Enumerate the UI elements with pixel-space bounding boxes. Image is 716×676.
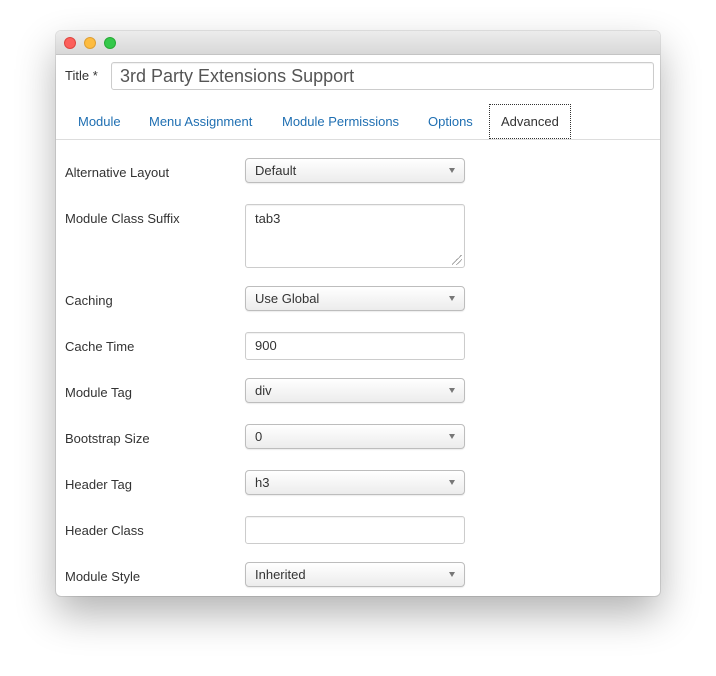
- alternative-layout-value: Default: [255, 163, 297, 178]
- module-style-label: Module Style: [65, 569, 141, 584]
- header-tag-label: Header Tag: [65, 477, 132, 492]
- tab-options[interactable]: Options: [428, 104, 473, 139]
- bootstrap-size-value: 0: [255, 429, 263, 444]
- minimize-window-icon[interactable]: [84, 37, 96, 49]
- header-tag-select[interactable]: h3: [245, 470, 465, 495]
- window-titlebar[interactable]: [56, 31, 660, 55]
- tab-module-permissions[interactable]: Module Permissions: [282, 104, 399, 139]
- module-tag-label: Module Tag: [65, 385, 132, 400]
- resize-grip-icon[interactable]: [452, 255, 462, 265]
- chevron-down-icon: [449, 480, 455, 485]
- bootstrap-size-label: Bootstrap Size: [65, 431, 150, 446]
- header-class-label: Header Class: [65, 523, 144, 538]
- chevron-down-icon: [449, 168, 455, 173]
- module-class-suffix-label: Module Class Suffix: [65, 211, 180, 226]
- zoom-window-icon[interactable]: [104, 37, 116, 49]
- alternative-layout-select[interactable]: Default: [245, 158, 465, 183]
- caching-value: Use Global: [255, 291, 320, 306]
- module-class-suffix-textarea[interactable]: tab3: [245, 204, 465, 268]
- module-style-value: Inherited: [255, 567, 306, 582]
- module-tag-select[interactable]: div: [245, 378, 465, 403]
- cache-time-label: Cache Time: [65, 339, 135, 354]
- chevron-down-icon: [449, 434, 455, 439]
- tab-advanced[interactable]: Advanced: [489, 104, 571, 139]
- bootstrap-size-select[interactable]: 0: [245, 424, 465, 449]
- chevron-down-icon: [449, 388, 455, 393]
- chevron-down-icon: [449, 296, 455, 301]
- title-input[interactable]: 3rd Party Extensions Support: [111, 62, 654, 90]
- module-class-suffix-value: tab3: [255, 211, 281, 226]
- caching-label: Caching: [65, 293, 113, 308]
- header-tag-value: h3: [255, 475, 270, 490]
- alternative-layout-label: Alternative Layout: [65, 165, 170, 180]
- tab-module[interactable]: Module: [78, 104, 121, 139]
- title-label: Title *: [65, 68, 98, 83]
- module-tabs: Module Menu Assignment Module Permission…: [56, 104, 660, 140]
- module-tag-value: div: [255, 383, 272, 398]
- cache-time-input[interactable]: 900: [245, 332, 465, 360]
- chevron-down-icon: [449, 572, 455, 577]
- module-edit-window: Title * 3rd Party Extensions Support Mod…: [56, 31, 660, 596]
- header-class-input[interactable]: [245, 516, 465, 544]
- caching-select[interactable]: Use Global: [245, 286, 465, 311]
- module-style-select[interactable]: Inherited: [245, 562, 465, 587]
- tab-menu-assignment[interactable]: Menu Assignment: [149, 104, 252, 139]
- close-window-icon[interactable]: [64, 37, 76, 49]
